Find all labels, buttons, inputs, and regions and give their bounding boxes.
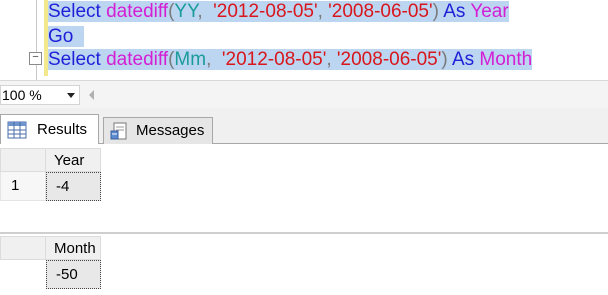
code-token: '2012-08-05' <box>221 49 327 70</box>
code-token: , <box>317 1 329 22</box>
row-number[interactable]: 1 <box>0 172 46 201</box>
code-token: Go <box>48 26 74 47</box>
outline-guide <box>36 0 37 80</box>
cell-month-value[interactable]: -50 <box>46 260 101 289</box>
code-token: '2008-06-05' <box>336 49 442 70</box>
header-row: Month <box>0 236 120 260</box>
tab-messages-label: Messages <box>136 122 205 139</box>
tab-messages[interactable]: Messages <box>103 117 213 144</box>
row-number[interactable] <box>0 260 46 289</box>
code-token: Year <box>470 1 509 22</box>
select-all-corner[interactable] <box>0 148 46 172</box>
column-header-year[interactable]: Year <box>46 148 101 172</box>
result-tabs: Results Messages <box>0 108 608 145</box>
code-token: , <box>326 49 337 70</box>
code-token: , <box>197 1 214 22</box>
column-header-month[interactable]: Month <box>46 236 101 260</box>
code-token: Mm <box>174 49 207 70</box>
query-editor[interactable]: − Select datediff(YY, '2012-08-05', '200… <box>0 0 608 80</box>
code-token: Select <box>48 49 101 70</box>
tab-results[interactable]: Results <box>0 114 99 145</box>
code-token: ) <box>432 1 444 22</box>
grid-icon <box>7 121 27 139</box>
code-token: As <box>443 1 466 22</box>
zoom-dropdown[interactable]: 100 % <box>0 85 80 105</box>
cell-year-value[interactable]: -4 <box>46 172 101 201</box>
code-token: As <box>451 49 475 70</box>
code-token: '2008-06-05' <box>328 1 433 22</box>
scroll-left-arrow-icon[interactable] <box>89 90 94 100</box>
code-token: Select <box>48 1 101 22</box>
collapse-icon[interactable]: − <box>29 52 42 65</box>
zoom-strip: 100 % <box>0 80 608 108</box>
editor-gutter <box>0 0 28 80</box>
code-line-1[interactable]: Select datediff(YY, '2012-08-05', '2008-… <box>48 0 509 23</box>
grid-splitter[interactable] <box>0 232 608 234</box>
code-token: YY <box>174 1 198 22</box>
code-token: ) <box>441 49 452 70</box>
select-all-corner[interactable] <box>0 236 46 260</box>
table-row: -50 <box>0 260 120 289</box>
code-token: '2012-08-05' <box>213 1 318 22</box>
chevron-down-icon <box>67 93 75 98</box>
code-line-3[interactable]: Select datediff(Mm, '2012-08-05', '2008-… <box>48 48 533 71</box>
header-row: Year <box>0 148 120 172</box>
tab-results-label: Results <box>37 121 88 138</box>
results-pane: Year 1 -4 Month -50 <box>0 144 608 295</box>
code-token: datediff <box>106 49 169 70</box>
table-row: 1 -4 <box>0 172 120 201</box>
code-token: datediff <box>106 1 169 22</box>
code-token: Month <box>479 49 533 70</box>
code-token: , <box>206 49 222 70</box>
messages-icon <box>110 122 127 140</box>
code-line-2[interactable]: Go <box>48 25 84 48</box>
zoom-value: 100 % <box>2 87 42 103</box>
